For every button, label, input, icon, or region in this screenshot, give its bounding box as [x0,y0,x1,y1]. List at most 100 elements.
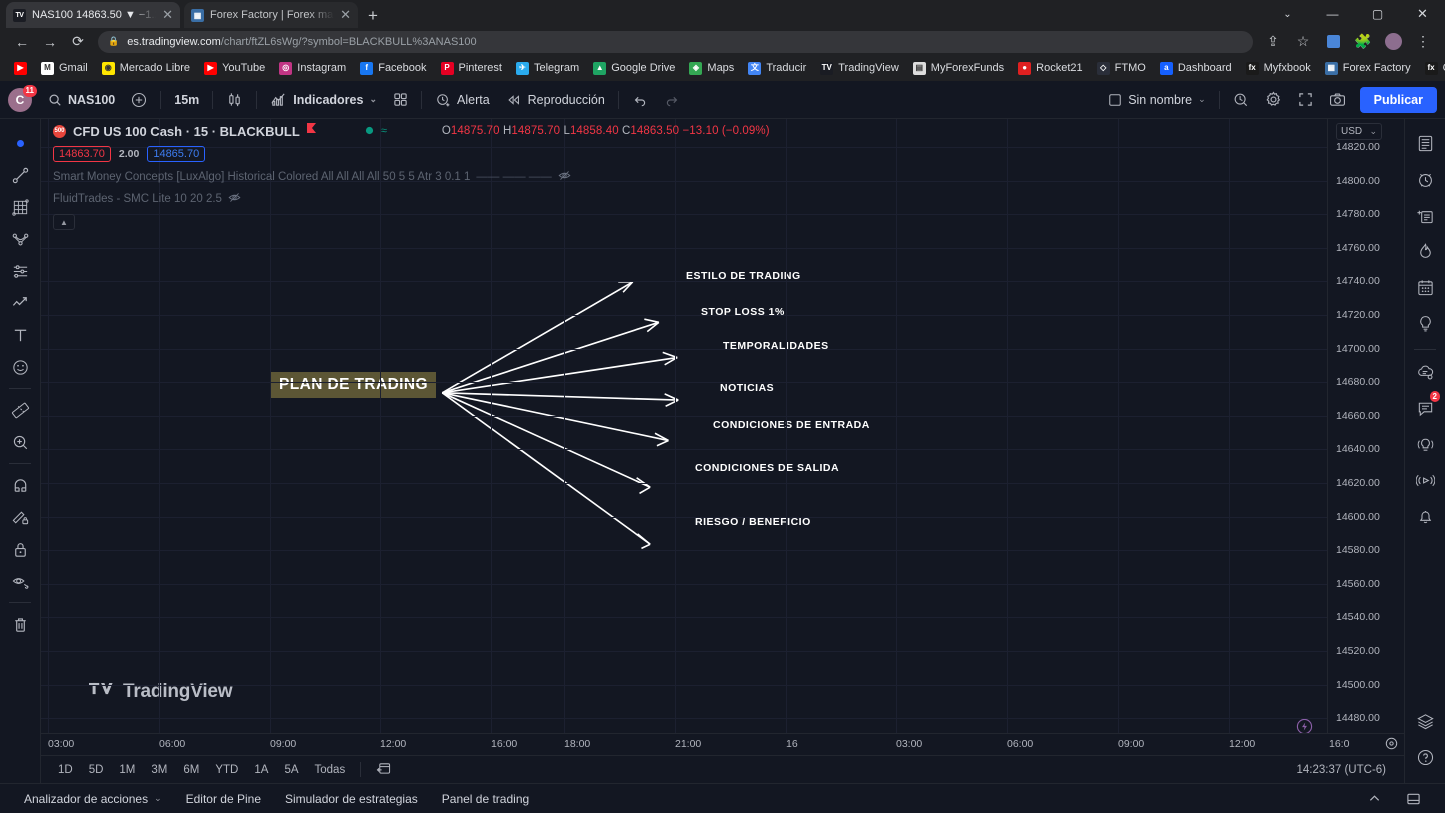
indicator-legend-2[interactable]: FluidTrades - SMC Lite 10 20 2.5 [53,192,770,206]
bookmark-item[interactable]: f Facebook [354,60,432,77]
goto-date-icon[interactable] [369,758,398,781]
mindmap-branch-4[interactable]: CONDICIONES DE ENTRADA [713,419,870,431]
browser-menu-icon[interactable]: ⋮ [1409,30,1437,54]
ideas-bulb-icon[interactable] [1409,307,1441,339]
layout-templates-button[interactable] [385,86,416,114]
trend-line-icon[interactable] [4,159,36,191]
mindmap-branch-2[interactable]: TEMPORALIDADES [723,340,829,352]
prediction-icon[interactable] [4,287,36,319]
chat-cloud-icon[interactable] [1409,356,1441,388]
undo-button[interactable] [624,86,656,114]
reload-icon[interactable]: ⟳ [64,30,92,54]
browser-tab-active[interactable]: TV NAS100 14863.50 ▼ −1.22% Sin ✕ [6,2,180,28]
bookmark-star-icon[interactable]: ☆ [1289,30,1317,54]
fullscreen-button[interactable] [1290,86,1321,114]
mindmap-branch-0[interactable]: ESTILO DE TRADING [686,270,801,282]
public-chats-icon[interactable]: 2 [1409,391,1441,424]
quick-search-button[interactable] [1225,86,1257,114]
add-symbol-button[interactable] [123,86,155,114]
flash-badge-icon[interactable] [1296,718,1313,733]
bookmark-item[interactable]: fx Myfxbook [1240,60,1317,77]
mindmap-root-node[interactable]: PLAN DE TRADING [271,372,436,398]
bottom-panel-2[interactable]: Simulador de estrategias [275,788,428,810]
mindmap-branch-1[interactable]: STOP LOSS 1% [701,306,785,318]
range-button-3m[interactable]: 3M [144,761,174,779]
mindmap-branch-6[interactable]: RIESGO / BENEFICIO [695,516,811,528]
collapse-chevron-icon[interactable]: ▲ [53,214,75,230]
price-scale[interactable]: USD ⌄ 14820.00 14800.00 14780.00 14760.00 14… [1327,119,1404,733]
data-window-icon[interactable] [1409,199,1441,231]
chart-canvas[interactable]: 500 CFD US 100 Cash · 15 · BLACKBULL ≈ O… [41,119,1327,733]
bottom-panel-1[interactable]: Editor de Pine [176,788,271,810]
bookmark-item[interactable]: TV TradingView [814,60,905,77]
indicators-button[interactable]: Indicadores ⌄ [262,86,385,114]
bookmark-item[interactable]: ✈ Telegram [510,60,585,77]
publish-button[interactable]: Publicar [1359,86,1437,113]
bid-price[interactable]: 14863.70 [53,146,111,162]
maximize-icon[interactable]: ▢ [1355,0,1400,28]
avatar[interactable] [1379,30,1407,54]
range-button-1d[interactable]: 1D [51,761,80,779]
bookmark-item[interactable]: ▤ MyForexFunds [907,60,1010,77]
range-button-6m[interactable]: 6M [176,761,206,779]
close-icon[interactable]: ✕ [340,7,351,23]
lock-icon[interactable] [4,533,36,565]
broadcast-icon[interactable] [1409,464,1441,496]
bottom-panel-3[interactable]: Panel de trading [432,788,539,810]
hidden-eye-icon[interactable] [228,192,241,206]
watchlist-icon[interactable] [1409,127,1441,159]
notifications-bell-icon[interactable] [1409,500,1441,532]
range-button-1m[interactable]: 1M [112,761,142,779]
trash-icon[interactable] [4,608,36,640]
bottom-panel-0[interactable]: Analizador de acciones ⌄ [14,788,172,810]
range-button-1a[interactable]: 1A [247,761,275,779]
bookmark-item[interactable]: M Gmail [35,60,94,77]
time-scale[interactable]: 03:00 06:00 09:00 12:00 16:00 18:00 21:00 16 03:… [41,733,1404,755]
mindmap-branch-5[interactable]: CONDICIONES DE SALIDA [695,462,839,474]
pitchfork-icon[interactable] [4,223,36,255]
forward-icon[interactable]: → [36,30,64,54]
bookmark-item[interactable]: 文 Traducir [742,60,812,77]
share-icon[interactable]: ⇪ [1259,30,1287,54]
bookmark-item[interactable]: ▦ Forex Factory [1319,60,1417,77]
cursor-dot-icon[interactable] [4,127,36,159]
range-button-5d[interactable]: 5D [82,761,111,779]
chevron-down-icon[interactable]: ⌄ [369,94,377,105]
hide-drawings-icon[interactable] [4,565,36,597]
replay-button[interactable]: Reproducción [498,86,613,114]
calendar-icon[interactable] [1409,271,1441,303]
snapshot-button[interactable] [1321,86,1354,114]
extension-icon[interactable] [1319,30,1347,54]
ideas-stream-icon[interactable] [1409,428,1441,460]
extensions-puzzle-icon[interactable]: 🧩 [1349,30,1377,54]
new-tab-button[interactable]: + [368,7,378,24]
chevron-down-icon[interactable]: ⌄ [1198,94,1206,105]
bookmark-item[interactable]: ◉ Mercado Libre [96,60,196,77]
symbol-search-button[interactable]: NAS100 [40,86,123,114]
drawing-lock-mode-icon[interactable] [4,501,36,533]
range-button-ytd[interactable]: YTD [208,761,245,779]
bookmark-item[interactable]: ◇ FTMO [1091,60,1152,77]
layout-name-button[interactable]: Sin nombre ⌄ [1100,86,1213,114]
bookmark-item[interactable]: P Pinterest [435,60,508,77]
bookmark-item[interactable]: ● Rocket21 [1012,60,1088,77]
tab-search-icon[interactable]: ⌄ [1265,0,1310,28]
currency-select[interactable]: USD ⌄ [1336,123,1382,140]
bookmark-item[interactable]: a Dashboard [1154,60,1238,77]
interval-button[interactable]: 15m [166,86,207,114]
hidden-eye-icon[interactable] [558,170,571,184]
back-icon[interactable]: ← [8,30,36,54]
indicator-legend-1[interactable]: Smart Money Concepts [LuxAlgo] Historica… [53,170,770,184]
layers-icon[interactable] [1409,705,1441,737]
hotlist-flame-icon[interactable] [1409,235,1441,267]
text-icon[interactable] [4,319,36,351]
address-bar[interactable]: 🔒 es.tradingview.com/chart/ftZL6sWg/?sym… [98,30,1253,53]
window-close-icon[interactable]: ✕ [1400,0,1445,28]
brush-pattern-icon[interactable] [4,255,36,287]
zoom-in-icon[interactable] [4,426,36,458]
chevron-down-icon[interactable]: ⌄ [154,793,162,804]
alert-button[interactable]: Alerta [427,86,498,114]
symbol-title[interactable]: CFD US 100 Cash · 15 · BLACKBULL [73,124,300,139]
bookmark-item[interactable]: ▶ [8,60,33,77]
bookmark-item[interactable]: fxConrado Villagra |... [1419,60,1445,77]
